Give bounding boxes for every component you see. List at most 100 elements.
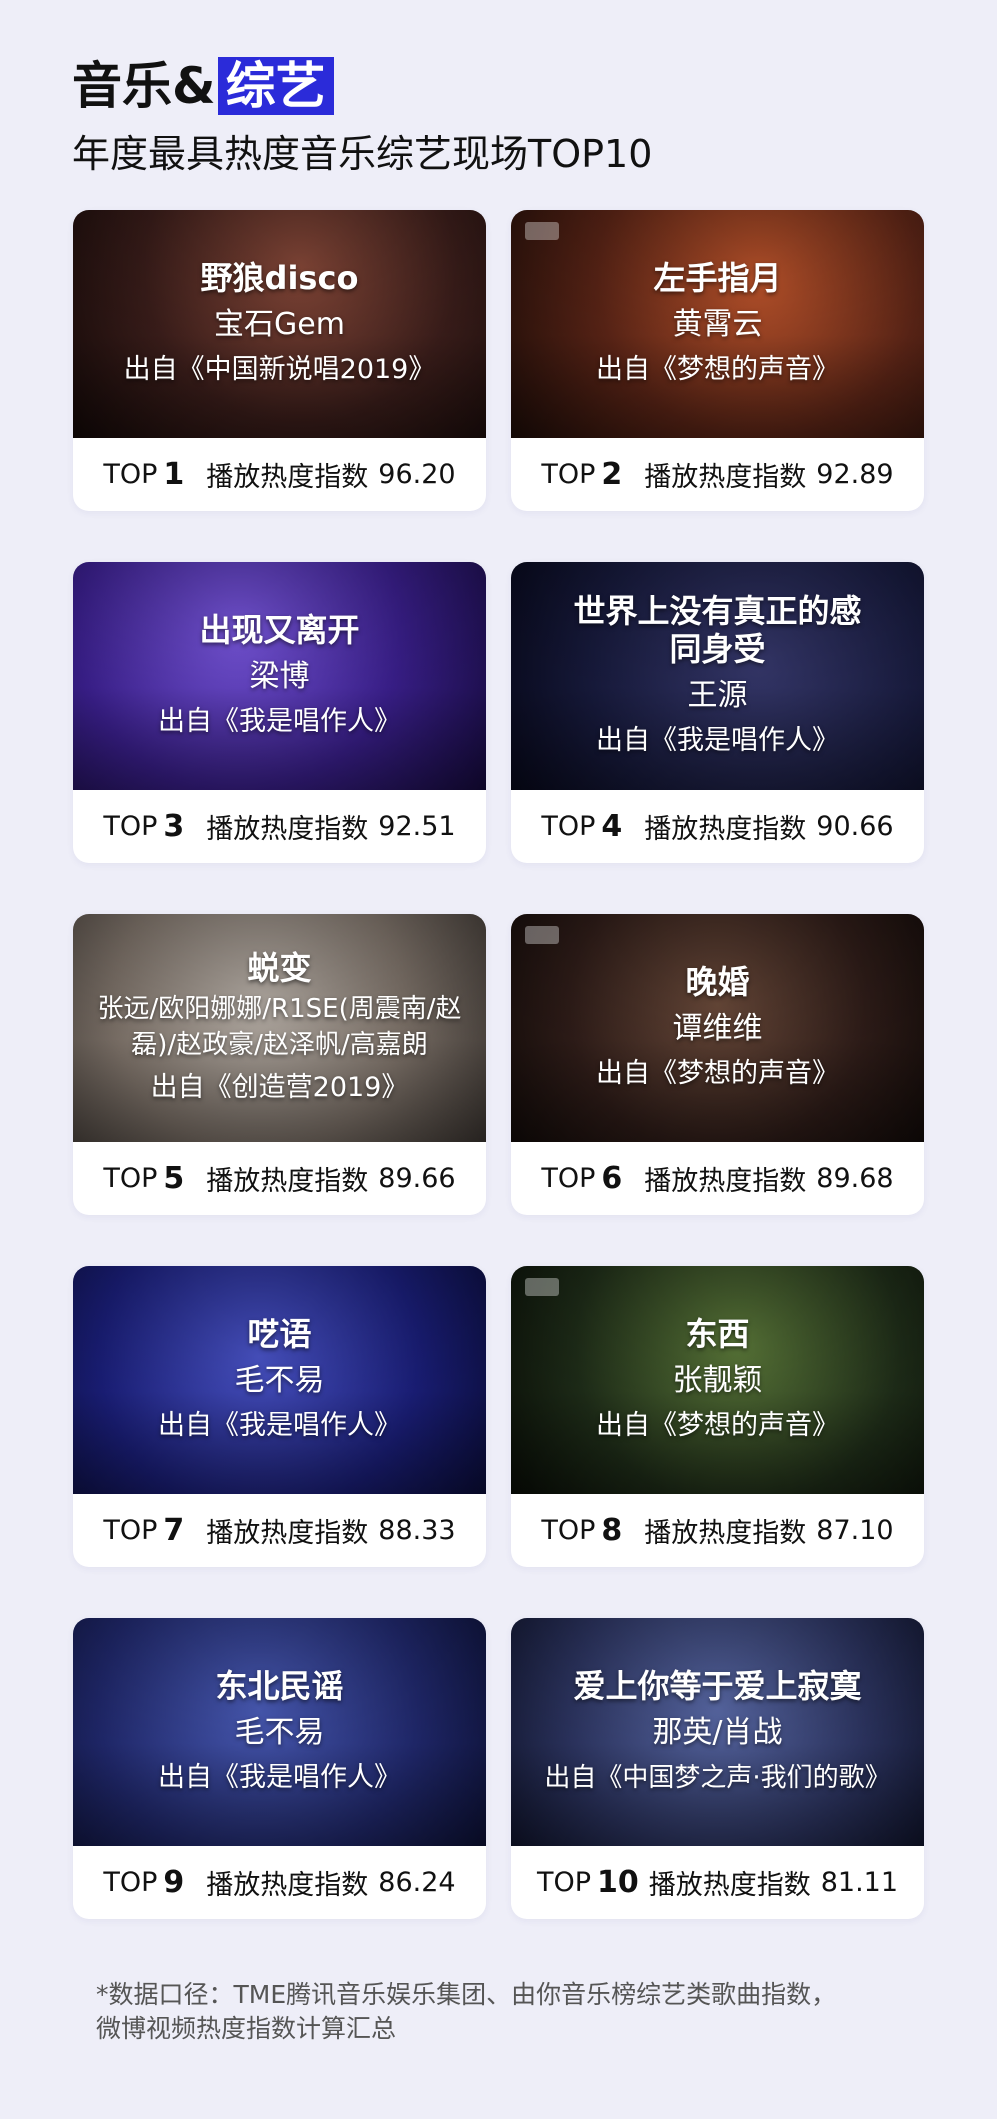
ranking-grid: 野狼disco 宝石Gem 出自《中国新说唱2019》 TOP 1 播放热度指数 9… xyxy=(73,210,924,1919)
ranking-card[interactable]: 左手指月 黄霄云 出自《梦想的声音》 TOP 2 播放热度指数 92.89 xyxy=(511,210,924,511)
rank-number: 10 xyxy=(596,1865,639,1900)
tv-logo-icon xyxy=(525,1278,559,1296)
artist-name: 梁博 xyxy=(249,659,310,694)
index-label: 播放热度指数 xyxy=(644,1166,807,1197)
card-image: 东北民谣 毛不易 出自《我是唱作人》 xyxy=(73,1618,486,1846)
ranking-card[interactable]: 野狼disco 宝石Gem 出自《中国新说唱2019》 TOP 1 播放热度指数 9… xyxy=(73,210,486,511)
song-title: 左手指月 xyxy=(653,259,782,297)
page-title: 音乐& 综艺 xyxy=(72,56,652,116)
rank-label: TOP xyxy=(103,459,158,490)
footnote-line-2: 微博视频热度指数计算汇总 xyxy=(96,2014,397,2043)
card-stats: TOP 1 播放热度指数 96.20 xyxy=(73,438,486,511)
show-source: 出自《我是唱作人》 xyxy=(158,1410,401,1441)
card-stats: TOP 4 播放热度指数 90.66 xyxy=(511,790,924,863)
ranking-card[interactable]: 东西 张靓颖 出自《梦想的声音》 TOP 8 播放热度指数 87.10 xyxy=(511,1266,924,1567)
artist-name: 王源 xyxy=(687,678,748,713)
artist-name: 宝石Gem xyxy=(214,307,345,342)
index-value: 90.66 xyxy=(816,811,894,842)
index-value: 81.11 xyxy=(820,1867,899,1898)
song-title: 野狼disco xyxy=(200,259,359,297)
index-label: 播放热度指数 xyxy=(206,1166,369,1197)
ranking-card[interactable]: 爱上你等于爱上寂寞 那英/肖战 出自《中国梦之声·我们的歌》 TOP 10 播放热… xyxy=(511,1618,924,1919)
data-source-footnote: *数据口径：TME腾讯音乐娱乐集团、由你音乐榜综艺类歌曲指数， 微博视频热度指数… xyxy=(96,1978,836,2046)
song-title: 出现又离开 xyxy=(199,611,360,649)
rank-label: TOP xyxy=(536,1867,591,1898)
card-image: 野狼disco 宝石Gem 出自《中国新说唱2019》 xyxy=(73,210,486,438)
show-source: 出自《中国梦之声·我们的歌》 xyxy=(544,1763,891,1793)
rank-label: TOP xyxy=(541,811,596,842)
song-title: 晚婚 xyxy=(685,963,750,1001)
index-label: 播放热度指数 xyxy=(644,462,807,493)
artist-name: 张远/欧阳娜娜/R1SE(周震南/赵磊)/赵政豪/赵泽帆/高嘉朗 xyxy=(97,994,462,1060)
ranking-card[interactable]: 蜕变 张远/欧阳娜娜/R1SE(周震南/赵磊)/赵政豪/赵泽帆/高嘉朗 出自《创… xyxy=(73,914,486,1215)
artist-name: 毛不易 xyxy=(234,1715,325,1750)
ranking-card[interactable]: 东北民谣 毛不易 出自《我是唱作人》 TOP 9 播放热度指数 86.24 xyxy=(73,1618,486,1919)
show-source: 出自《我是唱作人》 xyxy=(596,725,839,756)
show-source: 出自《梦想的声音》 xyxy=(596,1410,839,1441)
song-title: 世界上没有真正的感同身受 xyxy=(573,592,862,668)
rank-label: TOP xyxy=(541,1515,596,1546)
song-title: 爱上你等于爱上寂寞 xyxy=(573,1667,862,1705)
index-value: 86.24 xyxy=(378,1867,456,1898)
index-value: 92.51 xyxy=(378,811,456,842)
index-label: 播放热度指数 xyxy=(644,1518,807,1549)
ranking-card[interactable]: 世界上没有真正的感同身受 王源 出自《我是唱作人》 TOP 4 播放热度指数 90.… xyxy=(511,562,924,863)
card-stats: TOP 9 播放热度指数 86.24 xyxy=(73,1846,486,1919)
song-title: 蜕变 xyxy=(247,949,312,987)
rank-label: TOP xyxy=(541,459,596,490)
rank-label: TOP xyxy=(103,1867,158,1898)
ranking-card[interactable]: 晚婚 谭维维 出自《梦想的声音》 TOP 6 播放热度指数 89.68 xyxy=(511,914,924,1215)
rank-number: 8 xyxy=(601,1513,623,1548)
card-image: 晚婚 谭维维 出自《梦想的声音》 xyxy=(511,914,924,1142)
index-value: 89.66 xyxy=(378,1163,456,1194)
song-title: 东北民谣 xyxy=(215,1667,344,1705)
index-value: 87.10 xyxy=(816,1515,894,1546)
rank-label: TOP xyxy=(103,811,158,842)
rank-number: 5 xyxy=(163,1161,185,1196)
index-value: 92.89 xyxy=(816,459,894,490)
card-stats: TOP 5 播放热度指数 89.66 xyxy=(73,1142,486,1215)
card-stats: TOP 2 播放热度指数 92.89 xyxy=(511,438,924,511)
tv-logo-icon xyxy=(525,222,559,240)
rank-label: TOP xyxy=(103,1515,158,1546)
page-subtitle: 年度最具热度音乐综艺现场TOP10 xyxy=(72,132,653,176)
rank-number: 7 xyxy=(163,1513,185,1548)
rank-number: 1 xyxy=(163,457,185,492)
artist-name: 张靓颖 xyxy=(672,1363,763,1398)
title-prefix: 音乐& xyxy=(72,57,216,115)
title-highlight: 综艺 xyxy=(217,57,334,115)
song-title: 东西 xyxy=(685,1315,750,1353)
index-value: 88.33 xyxy=(378,1515,456,1546)
rank-label: TOP xyxy=(541,1163,596,1194)
rank-number: 6 xyxy=(601,1161,623,1196)
rank-number: 3 xyxy=(163,809,185,844)
index-label: 播放热度指数 xyxy=(644,814,807,845)
tv-logo-icon xyxy=(525,926,559,944)
index-value: 89.68 xyxy=(816,1163,894,1194)
index-label: 播放热度指数 xyxy=(648,1870,811,1901)
card-stats: TOP 10 播放热度指数 81.11 xyxy=(511,1846,924,1919)
artist-name: 毛不易 xyxy=(234,1363,325,1398)
index-label: 播放热度指数 xyxy=(206,1518,369,1549)
footnote-line-1: *数据口径：TME腾讯音乐娱乐集团、由你音乐榜综艺类歌曲指数， xyxy=(96,1980,837,2009)
show-source: 出自《中国新说唱2019》 xyxy=(123,354,436,385)
card-image: 呓语 毛不易 出自《我是唱作人》 xyxy=(73,1266,486,1494)
card-image: 爱上你等于爱上寂寞 那英/肖战 出自《中国梦之声·我们的歌》 xyxy=(511,1618,924,1846)
artist-name: 黄霄云 xyxy=(672,307,763,342)
ranking-card[interactable]: 呓语 毛不易 出自《我是唱作人》 TOP 7 播放热度指数 88.33 xyxy=(73,1266,486,1567)
card-image: 出现又离开 梁博 出自《我是唱作人》 xyxy=(73,562,486,790)
card-image: 蜕变 张远/欧阳娜娜/R1SE(周震南/赵磊)/赵政豪/赵泽帆/高嘉朗 出自《创… xyxy=(73,914,486,1142)
rank-number: 9 xyxy=(163,1865,185,1900)
index-label: 播放热度指数 xyxy=(206,462,369,493)
index-label: 播放热度指数 xyxy=(206,1870,369,1901)
card-stats: TOP 7 播放热度指数 88.33 xyxy=(73,1494,486,1567)
card-stats: TOP 6 播放热度指数 89.68 xyxy=(511,1142,924,1215)
rank-number: 2 xyxy=(601,457,623,492)
show-source: 出自《创造营2019》 xyxy=(150,1072,409,1103)
card-stats: TOP 3 播放热度指数 92.51 xyxy=(73,790,486,863)
ranking-card[interactable]: 出现又离开 梁博 出自《我是唱作人》 TOP 3 播放热度指数 92.51 xyxy=(73,562,486,863)
index-value: 96.20 xyxy=(378,459,456,490)
card-image: 东西 张靓颖 出自《梦想的声音》 xyxy=(511,1266,924,1494)
show-source: 出自《我是唱作人》 xyxy=(158,1762,401,1793)
artist-name: 那英/肖战 xyxy=(652,1715,783,1750)
